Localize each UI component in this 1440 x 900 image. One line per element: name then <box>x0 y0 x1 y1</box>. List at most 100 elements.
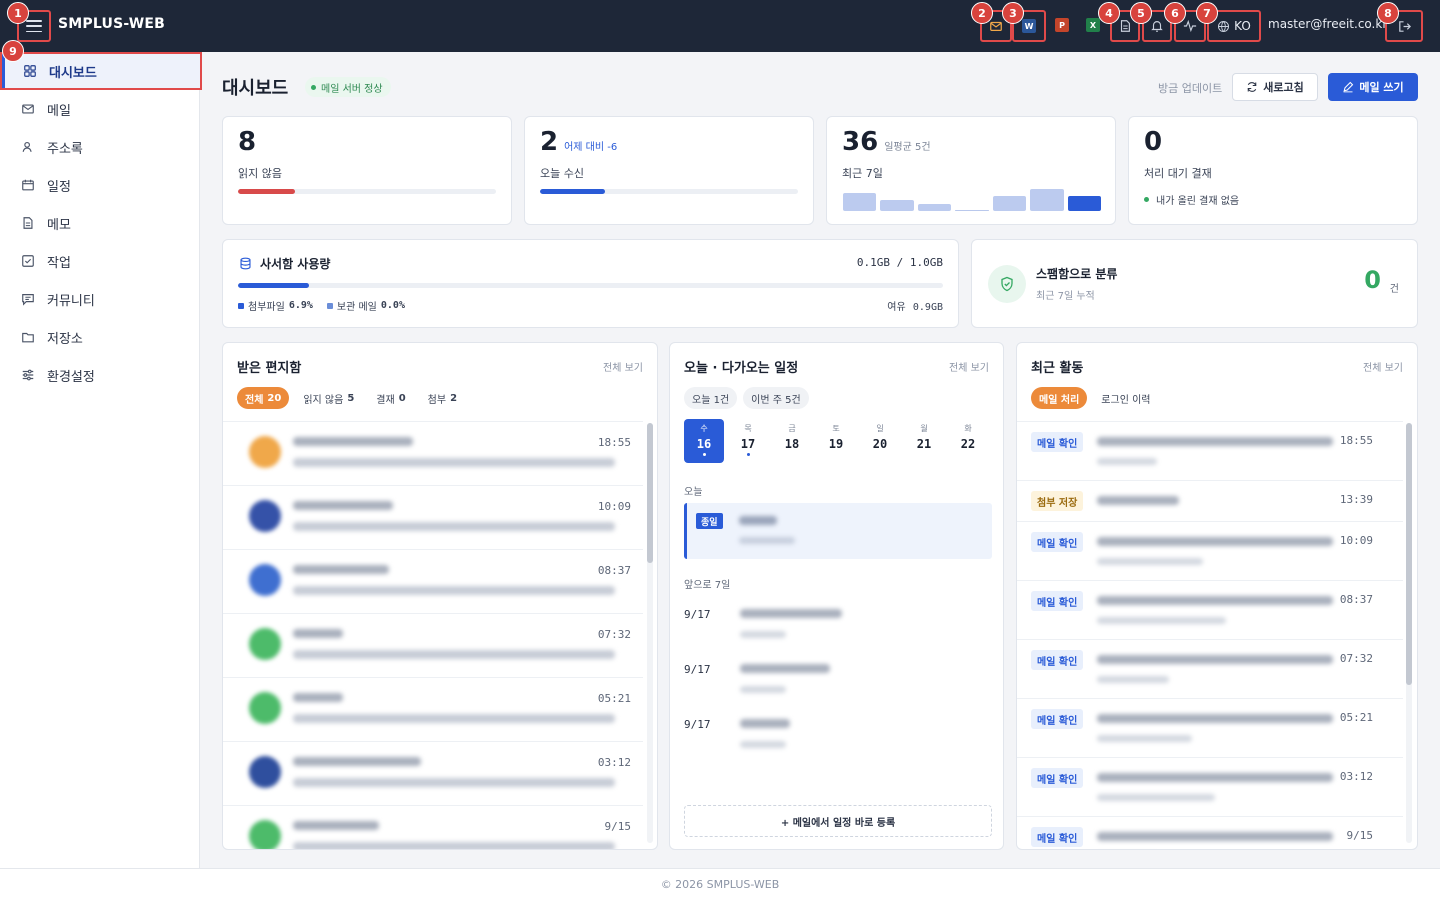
week-count-pill[interactable]: 이번 주 5건 <box>743 387 809 409</box>
activity-text-redacted <box>1097 496 1179 505</box>
free-space: 여유 0.9GB <box>887 298 943 313</box>
scrollbar-thumb[interactable] <box>647 423 653 563</box>
legend-swatch <box>238 302 244 309</box>
activity-row[interactable]: 메일 확인 05:21 <box>1017 698 1403 757</box>
schedule-see-all-link[interactable]: 전체 보기 <box>949 359 989 374</box>
stat-card-week[interactable]: 36 일평균 5건 최근 7일 <box>826 116 1116 225</box>
mail-time: 18:55 <box>597 436 631 449</box>
mail-row[interactable]: 08:37 <box>223 549 643 613</box>
progress-fill <box>238 283 309 288</box>
mail-row[interactable]: 07:32 <box>223 613 643 677</box>
user-email[interactable]: master@freeit.co.kr <box>1268 17 1387 31</box>
activity-detail-redacted <box>1097 617 1226 624</box>
approval-note-text: 내가 올린 결재 없음 <box>1156 196 1240 207</box>
legend-label: 보관 메일 <box>336 302 377 313</box>
tab-all[interactable]: 전체 20 <box>237 387 290 409</box>
mail-row[interactable]: 18:55 <box>223 421 643 485</box>
today-count-pill[interactable]: 오늘 1건 <box>684 387 738 409</box>
day-name: 목 <box>744 424 752 433</box>
activity-see-all-link[interactable]: 전체 보기 <box>1363 359 1403 374</box>
tab-unread[interactable]: 읽지 않음 5 <box>295 387 362 409</box>
settings-icon <box>20 367 36 383</box>
sidebar-item-label: 대시보드 <box>49 65 97 81</box>
shield-icon <box>988 265 1026 303</box>
activity-text-redacted <box>1097 832 1333 841</box>
day-cell[interactable]: 토 19 <box>816 419 856 463</box>
day-cell[interactable]: 월 21 <box>904 419 944 463</box>
activity-row[interactable]: 메일 확인 18:55 <box>1017 421 1403 480</box>
activity-row[interactable]: 메일 확인 08:37 <box>1017 580 1403 639</box>
sidebar-item-settings[interactable]: 환경설정 <box>0 356 200 394</box>
upcoming-event[interactable]: 9/17 <box>684 660 992 704</box>
tab-attachment[interactable]: 첨부 2 <box>420 387 465 409</box>
stat-subtext: 일평균 5건 <box>884 142 931 153</box>
preview-redacted <box>293 714 615 723</box>
sidebar-item-contacts[interactable]: 주소록 <box>0 128 200 166</box>
tab-mail-processing[interactable]: 메일 처리 <box>1031 387 1088 409</box>
day-cell[interactable]: 금 18 <box>772 419 812 463</box>
day-cell[interactable]: 화 22 <box>948 419 988 463</box>
refresh-button[interactable]: 새로고침 <box>1232 73 1318 101</box>
inbox-scrollbar[interactable] <box>647 423 653 843</box>
activity-row[interactable]: 메일 확인 9/15 <box>1017 816 1403 849</box>
activity-row[interactable]: 메일 확인 10:09 <box>1017 521 1403 580</box>
tab-approval[interactable]: 결재 0 <box>368 387 413 409</box>
compose-mail-button[interactable]: 메일 쓰기 <box>1328 73 1418 101</box>
activity-scrollbar[interactable] <box>1406 423 1412 843</box>
spam-title: 스팸함으로 분류 <box>1036 267 1118 281</box>
day-date: 18 <box>784 437 800 451</box>
day-cell[interactable]: 일 20 <box>860 419 900 463</box>
activity-row[interactable]: 메일 확인 07:32 <box>1017 639 1403 698</box>
today-event[interactable]: 종일 <box>684 503 992 559</box>
powerpoint-icon[interactable]: P <box>1055 18 1069 32</box>
tab-count: 2 <box>450 392 458 404</box>
activity-tag: 메일 확인 <box>1031 709 1084 729</box>
day-name: 화 <box>964 424 972 433</box>
day-date: 19 <box>828 437 844 451</box>
sidebar-item-dashboard[interactable]: 대시보드 <box>0 52 202 90</box>
excel-icon[interactable]: X <box>1086 18 1100 32</box>
tab-login-history[interactable]: 로그인 이력 <box>1093 387 1158 409</box>
annotation-badge: 5 <box>1130 2 1152 24</box>
add-event-from-mail-button[interactable]: + 메일에서 일정 바로 등록 <box>684 805 992 837</box>
word-icon: W <box>1022 19 1036 33</box>
mail-row[interactable]: 9/15 <box>223 805 643 849</box>
mail-time: 9/15 <box>604 820 632 833</box>
activity-title: 최근 활동 <box>1031 361 1084 376</box>
day-name: 토 <box>832 424 840 433</box>
sidebar-item-community[interactable]: 커뮤니티 <box>0 280 200 318</box>
week-bar <box>1067 196 1101 211</box>
activity-tag: 메일 확인 <box>1031 768 1084 788</box>
app-title[interactable]: SMPLUS-WEB <box>58 16 165 32</box>
avatar <box>249 820 281 849</box>
sidebar-item-label: 커뮤니티 <box>47 293 95 309</box>
sidebar-item-mail[interactable]: 메일 <box>0 90 200 128</box>
sidebar-item-storage[interactable]: 저장소 <box>0 318 200 356</box>
day-cell[interactable]: 수 16 <box>684 419 724 463</box>
inbox-see-all-link[interactable]: 전체 보기 <box>603 359 643 374</box>
upcoming-event[interactable]: 9/17 <box>684 605 992 649</box>
mail-row[interactable]: 10:09 <box>223 485 643 549</box>
mail-row[interactable]: 05:21 <box>223 677 643 741</box>
sender-redacted <box>293 565 389 574</box>
stat-card-approval[interactable]: 0 처리 대기 결재 내가 올린 결재 없음 <box>1128 116 1418 225</box>
scrollbar-thumb[interactable] <box>1406 423 1412 685</box>
activity-row[interactable]: 메일 확인 03:12 <box>1017 757 1403 816</box>
upcoming-event[interactable]: 9/17 <box>684 715 992 759</box>
activity-text-redacted <box>1097 773 1333 782</box>
last-updated-text: 방금 업데이트 <box>1158 82 1223 95</box>
stat-card-unread[interactable]: 8 읽지 않음 <box>222 116 512 225</box>
activity-time: 08:37 <box>1339 593 1373 606</box>
pencil-icon <box>1343 81 1354 93</box>
language-label: KO <box>1234 19 1251 33</box>
activity-time: 9/15 <box>1346 829 1374 842</box>
sidebar-item-memo[interactable]: 메모 <box>0 204 200 242</box>
mail-row[interactable]: 03:12 <box>223 741 643 805</box>
sidebar-item-tasks[interactable]: 작업 <box>0 242 200 280</box>
stat-card-today[interactable]: 2 어제 대비 -6 오늘 수신 <box>524 116 814 225</box>
activity-row[interactable]: 첨부 저장 13:39 <box>1017 480 1403 521</box>
spam-card[interactable]: 스팸함으로 분류 최근 7일 누적 0 건 <box>971 239 1418 328</box>
day-cell[interactable]: 목 17 <box>728 419 768 463</box>
sidebar-item-calendar[interactable]: 일정 <box>0 166 200 204</box>
refresh-label: 새로고침 <box>1263 81 1304 94</box>
